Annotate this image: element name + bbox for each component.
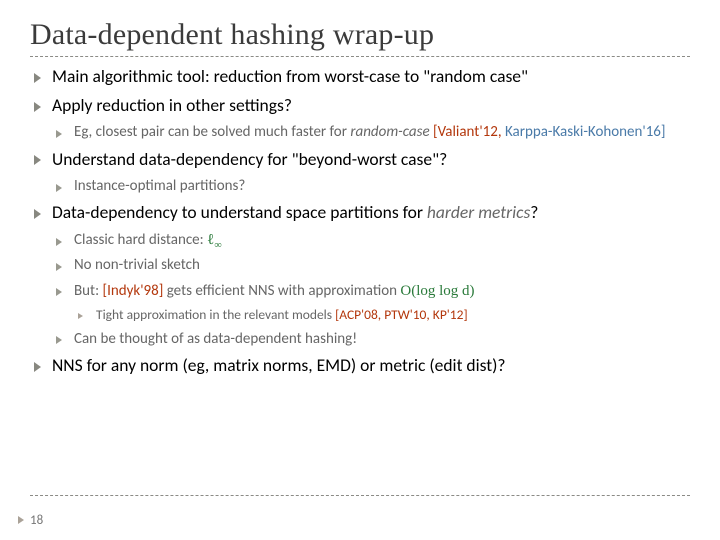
text: gets efficient NNS with approximation	[163, 282, 400, 300]
bullet-list-lvl3: Tight approximation in the relevant mode…	[74, 306, 690, 324]
citation-acp: [ACP'08, PTW'10, KP'12]	[335, 306, 468, 323]
text: Understand data-dependency for "beyond-w…	[52, 148, 447, 170]
text: ?	[530, 201, 538, 223]
math-approx: O(log log d)	[400, 283, 474, 299]
bullet-list-lvl1: Main algorithmic tool: reduction from wo…	[30, 65, 690, 378]
bullet-data-dependent: Can be thought of as data-dependent hash…	[52, 329, 690, 349]
text: Eg, closest pair can be solved much fast…	[74, 123, 350, 141]
bullet-list-lvl2: Eg, closest pair can be solved much fast…	[52, 122, 690, 142]
bullet-list-lvl2: Instance-optimal partitions?	[52, 176, 690, 196]
page-number: 18	[30, 513, 43, 528]
text-ital: harder metrics	[427, 201, 530, 223]
slide-content: Main algorithmic tool: reduction from wo…	[30, 65, 690, 378]
slide: Data-dependent hashing wrap-up Main algo…	[0, 0, 720, 540]
slide-title: Data-dependent hashing wrap-up	[30, 18, 690, 52]
citation-karppa: Karppa-Kaski-Kohonen'16]	[505, 123, 666, 141]
divider-bottom	[30, 495, 690, 496]
bullet-tight-approx: Tight approximation in the relevant mode…	[74, 306, 690, 324]
bullet-harder-metrics: Data-dependency to understand space part…	[30, 201, 690, 349]
bullet-main-tool: Main algorithmic tool: reduction from wo…	[30, 65, 690, 89]
text: Classic hard distance:	[74, 231, 207, 249]
citation-valiant: [Valiant'12,	[430, 123, 505, 141]
text: Data-dependency to understand space part…	[52, 201, 427, 223]
bullet-nns-norm: NNS for any norm (eg, matrix norms, EMD)…	[30, 354, 690, 378]
bullet-l-infinity: Classic hard distance: ℓ∞	[52, 230, 690, 250]
text: Apply reduction in other settings?	[52, 94, 292, 116]
text-ital: random-case	[350, 123, 429, 141]
bullet-beyond-worst: Understand data-dependency for "beyond-w…	[30, 148, 690, 197]
text: But:	[74, 282, 102, 300]
citation-indyk: [Indyk'98]	[102, 282, 163, 300]
bullet-indyk: But: [Indyk'98] gets efficient NNS with …	[52, 281, 690, 324]
bullet-list-lvl2: Classic hard distance: ℓ∞ No non-trivial…	[52, 230, 690, 349]
bullet-closest-pair: Eg, closest pair can be solved much fast…	[52, 122, 690, 142]
math-l-inf: ℓ∞	[207, 232, 222, 248]
bullet-no-sketch: No non-trivial sketch	[52, 255, 690, 275]
text: Tight approximation in the relevant mode…	[96, 306, 335, 323]
bullet-instance-optimal: Instance-optimal partitions?	[52, 176, 690, 196]
divider-top	[30, 56, 690, 57]
bullet-apply-reduction: Apply reduction in other settings? Eg, c…	[30, 94, 690, 143]
